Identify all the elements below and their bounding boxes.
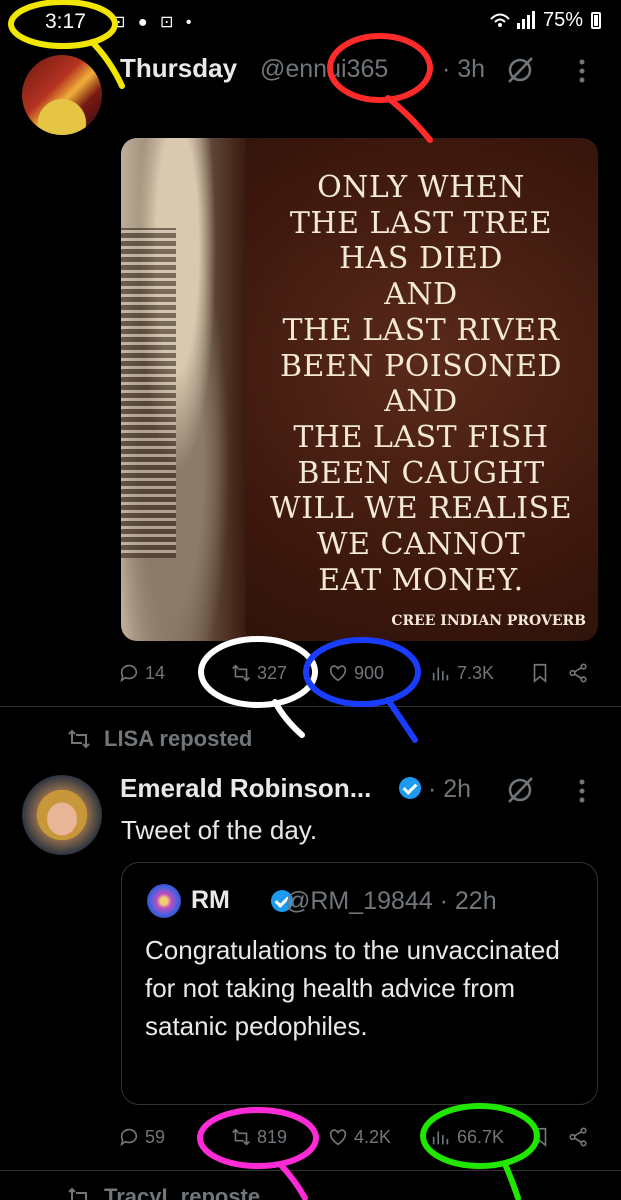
notification-icons: ⊡ ● ⊡ • <box>112 14 196 31</box>
like-button[interactable]: 900 <box>327 662 384 684</box>
wifi-signal-icon <box>490 10 535 29</box>
avatar[interactable] <box>22 775 102 855</box>
quote-line: THE LAST TREE <box>289 205 553 241</box>
quote-line: EAT MONEY. <box>318 562 524 598</box>
reply-button[interactable]: 14 <box>118 662 165 684</box>
status-time: 3:17 <box>45 10 86 33</box>
tweet-author-name[interactable]: Thursday <box>120 53 237 84</box>
tweet-text: Tweet of the day. <box>121 815 318 845</box>
tweet-divider <box>0 1170 621 1171</box>
avatar[interactable] <box>147 884 181 918</box>
reply-button[interactable]: 59 <box>118 1126 165 1148</box>
tweet-divider <box>0 706 621 707</box>
repost-label: LISA reposted <box>66 726 252 752</box>
share-button[interactable] <box>567 662 589 684</box>
verified-badge-icon <box>399 777 421 799</box>
repost-label-text: TracyL reposte <box>104 1184 261 1200</box>
share-button[interactable] <box>567 1126 589 1148</box>
views-button[interactable]: 7.3K <box>430 662 494 684</box>
repost-label: TracyL reposte <box>66 1184 260 1200</box>
tweet-time: · 2h <box>428 775 472 803</box>
tweet-time: · 3h <box>442 55 486 83</box>
tweet-image[interactable]: ONLY WHEN THE LAST TREE HAS DIED AND THE LAS… <box>121 138 598 641</box>
repost-icon <box>68 729 90 749</box>
quote-line: BEEN POISONED <box>279 348 563 384</box>
grok-icon[interactable] <box>505 775 535 805</box>
view-count: 7.3K <box>457 662 495 683</box>
share-icon <box>569 1127 587 1147</box>
quoted-author-name[interactable]: RM <box>191 886 230 915</box>
bookmark-button[interactable] <box>529 1126 551 1148</box>
quote-line: BEEN CAUGHT <box>297 455 545 491</box>
portrait-image <box>121 138 246 641</box>
repost-label-text: LISA reposted <box>104 726 253 751</box>
share-icon <box>569 663 587 683</box>
views-icon <box>432 667 449 681</box>
bookmark-icon <box>533 663 547 684</box>
views-button[interactable]: 66.7K <box>430 1126 504 1148</box>
view-count: 66.7K <box>457 1126 505 1147</box>
quote-line: WILL WE REALISE <box>269 491 573 527</box>
status-right: 75% <box>489 9 601 32</box>
tweet-author-name[interactable]: Emerald Robinson... <box>120 773 371 804</box>
repost-icon <box>232 664 250 682</box>
repost-button[interactable]: 819 <box>230 1126 287 1148</box>
quote-line: ONLY WHEN <box>317 170 525 205</box>
like-button[interactable]: 4.2K <box>327 1126 391 1148</box>
red-annotation <box>327 33 433 143</box>
avatar[interactable] <box>22 55 102 135</box>
battery-percent: 75% <box>542 9 583 31</box>
repost-button[interactable]: 327 <box>230 662 287 684</box>
reply-count: 14 <box>145 662 166 683</box>
reply-count: 59 <box>145 1126 166 1147</box>
quote-text: ONLY WHEN THE LAST TREE HAS DIED AND THE LAS… <box>251 170 591 598</box>
tweet-author-handle[interactable]: @ennui365 <box>260 55 388 84</box>
white-annotation <box>198 636 318 738</box>
grok-icon[interactable] <box>505 55 535 85</box>
repost-count: 819 <box>257 1126 288 1147</box>
like-count: 4.2K <box>354 1126 392 1147</box>
quote-line: HAS DIED <box>339 241 503 277</box>
quoted-author-handle[interactable]: @RM_19844 · 22h <box>285 887 497 916</box>
quoted-tweet-text: Congratulations to the unvaccinated for … <box>145 935 560 1041</box>
green-annotation <box>420 1103 540 1200</box>
reply-icon <box>120 664 138 683</box>
more-options-icon[interactable] <box>570 56 594 86</box>
repost-icon <box>232 1128 250 1146</box>
quote-line: AND <box>384 277 458 313</box>
like-count: 900 <box>354 662 385 683</box>
quote-line: AND <box>384 384 458 420</box>
reply-icon <box>120 1128 138 1147</box>
bookmark-icon <box>533 1127 547 1148</box>
battery-icon <box>591 12 601 29</box>
quote-line: THE LAST RIVER <box>282 312 560 348</box>
repost-icon <box>68 1187 87 1200</box>
views-icon <box>432 1131 449 1145</box>
heart-icon <box>329 665 347 682</box>
more-options-icon[interactable] <box>570 776 594 806</box>
quote-line: THE LAST FISH <box>293 419 549 455</box>
blue-annotation <box>303 637 421 743</box>
bookmark-button[interactable] <box>529 662 551 684</box>
repost-count: 327 <box>257 662 288 683</box>
quote-line: WE CANNOT <box>316 527 526 563</box>
heart-icon <box>329 1129 347 1146</box>
quote-attribution: CREE INDIAN PROVERB <box>391 613 586 629</box>
